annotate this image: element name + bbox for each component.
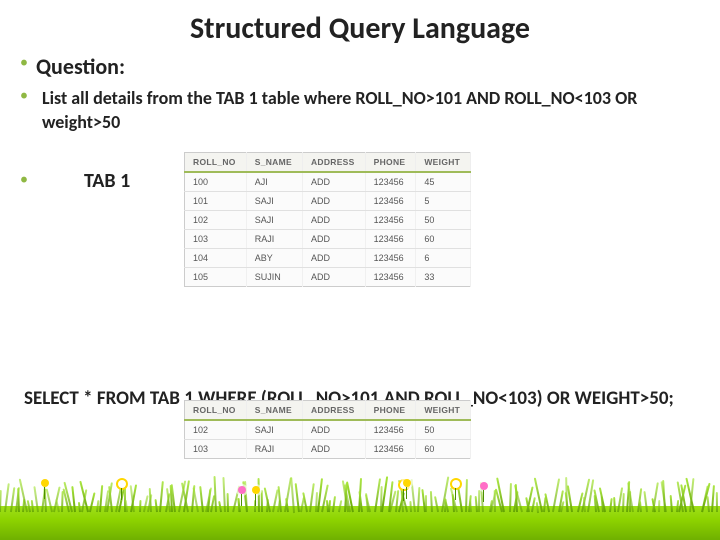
- cell: RAJI: [246, 440, 302, 459]
- cell: 123456: [365, 211, 416, 230]
- cell: 104: [185, 249, 247, 268]
- col-header: S_NAME: [246, 401, 302, 421]
- cell: 50: [416, 420, 471, 440]
- col-header: PHONE: [365, 401, 416, 421]
- col-header: ROLL_NO: [185, 401, 247, 421]
- cell: SUJIN: [246, 268, 302, 287]
- bullet-icon: •: [20, 86, 28, 107]
- cell: 5: [416, 192, 471, 211]
- cell: 6: [416, 249, 471, 268]
- cell: SAJI: [246, 420, 302, 440]
- cell: ADD: [302, 440, 365, 459]
- bullet-icon: •: [20, 170, 28, 191]
- cell: 60: [416, 230, 471, 249]
- result-table: ROLL_NOS_NAMEADDRESSPHONEWEIGHT102SAJIAD…: [184, 400, 471, 459]
- cell: 123456: [365, 192, 416, 211]
- cell: 123456: [365, 268, 416, 287]
- cell: 103: [185, 440, 247, 459]
- col-header: ADDRESS: [302, 401, 365, 421]
- col-header: S_NAME: [246, 153, 302, 173]
- cell: AJI: [246, 172, 302, 192]
- table-row: 105SUJINADD12345633: [185, 268, 471, 287]
- cell: ADD: [302, 211, 365, 230]
- cell: 102: [185, 420, 247, 440]
- cell: 123456: [365, 420, 416, 440]
- col-header: WEIGHT: [416, 153, 471, 173]
- table-row: 101SAJIADD1234565: [185, 192, 471, 211]
- cell: 50: [416, 211, 471, 230]
- question-label: Question:: [36, 53, 125, 80]
- cell: 103: [185, 230, 247, 249]
- cell: 123456: [365, 440, 416, 459]
- col-header: ADDRESS: [302, 153, 365, 173]
- input-table: ROLL_NOS_NAMEADDRESSPHONEWEIGHT100AJIADD…: [184, 152, 471, 287]
- grass-decoration: [0, 470, 720, 540]
- table-row: 102SAJIADD12345650: [185, 420, 471, 440]
- col-header: PHONE: [365, 153, 416, 173]
- cell: SAJI: [246, 192, 302, 211]
- question-text: List all details from the TAB 1 table wh…: [42, 86, 690, 135]
- cell: 123456: [365, 249, 416, 268]
- table-row: 102SAJIADD12345650: [185, 211, 471, 230]
- table-row: 104ABYADD1234566: [185, 249, 471, 268]
- cell: ADD: [302, 268, 365, 287]
- slide-title: Structured Query Language: [20, 10, 700, 47]
- cell: ADD: [302, 249, 365, 268]
- cell: ADD: [302, 172, 365, 192]
- cell: ABY: [246, 249, 302, 268]
- cell: 105: [185, 268, 247, 287]
- col-header: ROLL_NO: [185, 153, 247, 173]
- cell: 123456: [365, 230, 416, 249]
- table-row: 103RAJIADD12345660: [185, 440, 471, 459]
- cell: 45: [416, 172, 471, 192]
- cell: SAJI: [246, 211, 302, 230]
- cell: 101: [185, 192, 247, 211]
- cell: ADD: [302, 230, 365, 249]
- cell: 100: [185, 172, 247, 192]
- cell: RAJI: [246, 230, 302, 249]
- cell: 33: [416, 268, 471, 287]
- cell: 123456: [365, 172, 416, 192]
- cell: 102: [185, 211, 247, 230]
- tab1-label: TAB 1: [84, 169, 130, 193]
- cell: 60: [416, 440, 471, 459]
- table-row: 100AJIADD12345645: [185, 172, 471, 192]
- cell: ADD: [302, 192, 365, 211]
- table-row: 103RAJIADD12345660: [185, 230, 471, 249]
- col-header: WEIGHT: [416, 401, 471, 421]
- bullet-icon: •: [20, 53, 28, 74]
- cell: ADD: [302, 420, 365, 440]
